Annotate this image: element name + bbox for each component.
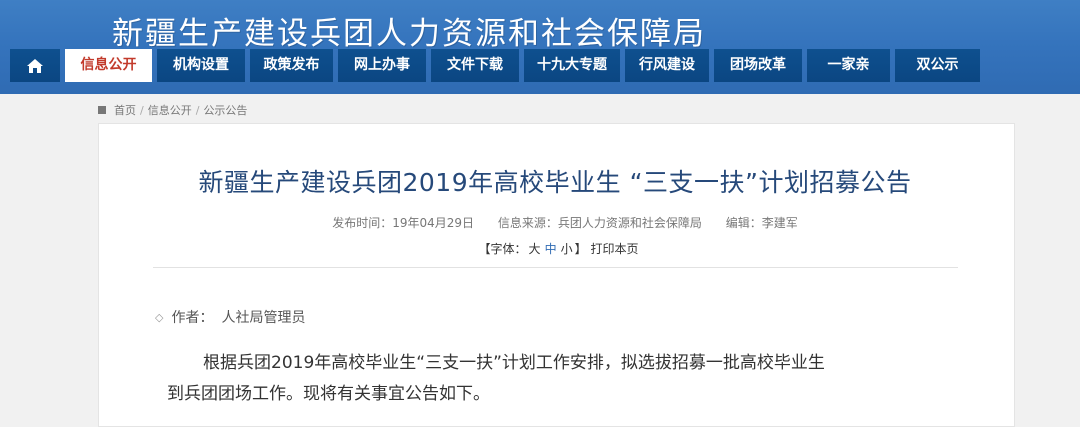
nav-item-reform[interactable]: 团场改革 xyxy=(714,49,802,82)
breadcrumb-separator: / xyxy=(195,103,200,117)
breadcrumb-announcements[interactable]: 公示公告 xyxy=(203,102,247,118)
nav-item-info-public[interactable]: 信息公开 xyxy=(65,49,152,82)
divider xyxy=(153,267,958,268)
body-paragraph-line: 根据兵团2019年高校毕业生“三支一扶”计划工作安排，拟选拔招募一批高校毕业生 xyxy=(203,353,825,373)
editor: 编辑：李建军 xyxy=(725,216,798,230)
nav-item-downloads[interactable]: 文件下载 xyxy=(431,49,519,82)
font-size-suffix: 】 xyxy=(574,242,587,256)
home-icon xyxy=(27,58,43,73)
font-medium-link[interactable]: 中 xyxy=(545,242,557,256)
site-title: 新疆生产建设兵团人力资源和社会保障局 xyxy=(112,16,706,52)
main-nav: 信息公开 机构设置 政策发布 网上办事 文件下载 十九大专题 行风建设 团场改革… xyxy=(10,49,980,82)
breadcrumb-separator: / xyxy=(140,103,144,117)
breadcrumb: 首页 / 信息公开 / 公示公告 xyxy=(98,102,247,118)
author-label: 作者： xyxy=(171,310,214,326)
info-source: 信息来源：兵团人力资源和社会保障局 xyxy=(497,216,702,230)
site-header: 新疆生产建设兵团人力资源和社会保障局 信息公开 机构设置 政策发布 网上办事 文… xyxy=(0,0,1080,94)
article-title: 新疆生产建设兵团2019年高校毕业生 “三支一扶”计划招募公告 xyxy=(198,168,912,197)
nav-item-conduct[interactable]: 行风建设 xyxy=(625,49,709,82)
font-size-controls: 【字体：大中小】 打印本页 xyxy=(0,240,1080,257)
nav-item-policy[interactable]: 政策发布 xyxy=(250,49,333,82)
breadcrumb-info-public[interactable]: 信息公开 xyxy=(148,102,192,118)
publish-time: 发布时间：19年04月29日 xyxy=(332,216,475,230)
diamond-icon: ◇ xyxy=(155,310,164,324)
nav-item-19th-congress[interactable]: 十九大专题 xyxy=(524,49,620,82)
print-page-link[interactable]: 打印本页 xyxy=(590,242,638,256)
font-size-prefix: 【字体： xyxy=(478,242,527,256)
nav-item-dual-publicity[interactable]: 双公示 xyxy=(895,49,980,82)
nav-item-organization[interactable]: 机构设置 xyxy=(157,49,245,82)
breadcrumb-square-icon xyxy=(98,106,106,114)
font-small-link[interactable]: 小 xyxy=(561,242,573,256)
font-large-link[interactable]: 大 xyxy=(529,242,541,256)
article-body: 根据兵团2019年高校毕业生“三支一扶”计划工作安排，拟选拔招募一批高校毕业生 … xyxy=(167,348,957,410)
breadcrumb-home[interactable]: 首页 xyxy=(114,102,136,118)
author-line: ◇ 作者： 人社局管理员 xyxy=(155,307,305,327)
article-meta: 发布时间：19年04月29日 信息来源：兵团人力资源和社会保障局 编辑：李建军 xyxy=(0,214,1080,231)
nav-item-online-service[interactable]: 网上办事 xyxy=(338,49,426,82)
author-name: 人社局管理员 xyxy=(221,310,306,326)
nav-home-button[interactable] xyxy=(10,49,60,82)
nav-item-one-family[interactable]: 一家亲 xyxy=(807,49,890,82)
body-paragraph-line: 到兵团团场工作。现将有关事宜公告如下。 xyxy=(167,384,490,404)
